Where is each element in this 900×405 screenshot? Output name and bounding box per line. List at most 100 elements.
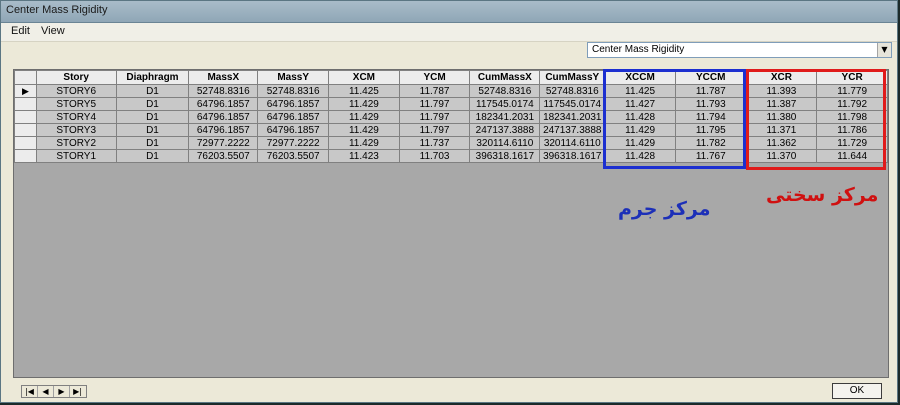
column-header[interactable]: Story [35,70,117,85]
column-header[interactable]: CumMassY [539,70,606,85]
cell-xcm[interactable]: 11.429 [328,97,400,111]
cell-yccm[interactable]: 11.793 [674,97,747,111]
cell-ycm[interactable]: 11.703 [398,149,471,163]
column-header[interactable]: XCCM [604,70,676,85]
cell-xccm[interactable]: 11.428 [604,110,676,124]
cell-massx[interactable]: 64796.1857 [188,97,259,111]
row-selector[interactable] [14,97,37,111]
cell-xcm[interactable]: 11.429 [328,110,400,124]
cell-ycm[interactable]: 11.797 [398,123,471,137]
cell-ycr[interactable]: 11.792 [816,97,888,111]
cell-xccm[interactable]: 11.427 [604,97,676,111]
row-selector[interactable] [14,136,37,150]
column-header[interactable]: YCCM [674,70,747,85]
cell-xcr[interactable]: 11.380 [745,110,818,124]
cell-story[interactable]: STORY3 [35,123,117,137]
cell-ycr[interactable]: 11.729 [816,136,888,150]
cell-diaphragm[interactable]: D1 [115,110,190,124]
cell-cummassy[interactable]: 52748.8316 [539,84,606,98]
cell-cummassx[interactable]: 182341.2031 [469,110,541,124]
table-row[interactable]: STORY1 D1 76203.5507 76203.5507 11.423 1… [14,149,888,163]
data-grid[interactable]: Story Diaphragm MassX MassY XCM YCM CumM… [13,69,889,378]
cell-cummassx[interactable]: 247137.3888 [469,123,541,137]
cell-ycm[interactable]: 11.797 [398,110,471,124]
cell-xcr[interactable]: 11.362 [745,136,818,150]
cell-yccm[interactable]: 11.794 [674,110,747,124]
cell-cummassx[interactable]: 52748.8316 [469,84,541,98]
cell-cummassy[interactable]: 182341.2031 [539,110,606,124]
cell-diaphragm[interactable]: D1 [115,136,190,150]
cell-story[interactable]: STORY4 [35,110,117,124]
cell-cummassy[interactable]: 117545.0174 [539,97,606,111]
cell-massy[interactable]: 64796.1857 [257,110,330,124]
cell-massy[interactable]: 72977.2222 [257,136,330,150]
column-header[interactable]: MassX [188,70,259,85]
cell-yccm[interactable]: 11.795 [674,123,747,137]
cell-yccm[interactable]: 11.767 [674,149,747,163]
menu-edit[interactable]: Edit [11,25,30,37]
row-selector[interactable] [14,123,37,137]
cell-diaphragm[interactable]: D1 [115,97,190,111]
title-bar[interactable]: Center Mass Rigidity [1,1,897,23]
table-row[interactable]: STORY5 D1 64796.1857 64796.1857 11.429 1… [14,97,888,111]
cell-massx[interactable]: 64796.1857 [188,110,259,124]
column-header[interactable]: MassY [257,70,330,85]
cell-ycr[interactable]: 11.798 [816,110,888,124]
cell-story[interactable]: STORY2 [35,136,117,150]
column-header[interactable]: XCM [328,70,400,85]
cell-cummassy[interactable]: 247137.3888 [539,123,606,137]
cell-xccm[interactable]: 11.429 [604,136,676,150]
cell-yccm[interactable]: 11.782 [674,136,747,150]
cell-xcr[interactable]: 11.387 [745,97,818,111]
cell-story[interactable]: STORY1 [35,149,117,163]
table-row[interactable]: STORY3 D1 64796.1857 64796.1857 11.429 1… [14,123,888,137]
table-row[interactable]: STORY2 D1 72977.2222 72977.2222 11.429 1… [14,136,888,150]
row-selector[interactable]: ▶ [14,84,37,98]
cell-ycr[interactable]: 11.644 [816,149,888,163]
cell-xcr[interactable]: 11.371 [745,123,818,137]
column-header[interactable]: YCR [816,70,888,85]
row-selector[interactable] [14,110,37,124]
cell-xccm[interactable]: 11.428 [604,149,676,163]
cell-ycm[interactable]: 11.737 [398,136,471,150]
cell-story[interactable]: STORY5 [35,97,117,111]
chevron-down-icon[interactable]: ▼ [877,43,891,57]
cell-xcm[interactable]: 11.429 [328,123,400,137]
cell-story[interactable]: STORY6 [35,84,117,98]
cell-cummassy[interactable]: 396318.1617 [539,149,606,163]
cell-diaphragm[interactable]: D1 [115,123,190,137]
last-record-icon[interactable]: ▶| [70,386,85,397]
cell-massx[interactable]: 52748.8316 [188,84,259,98]
cell-xcr[interactable]: 11.393 [745,84,818,98]
cell-cummassx[interactable]: 117545.0174 [469,97,541,111]
menu-view[interactable]: View [41,25,65,37]
next-record-icon[interactable]: ▶ [54,386,70,397]
cell-ycr[interactable]: 11.786 [816,123,888,137]
cell-cummassy[interactable]: 320114.6110 [539,136,606,150]
cell-ycm[interactable]: 11.787 [398,84,471,98]
cell-massx[interactable]: 72977.2222 [188,136,259,150]
cell-xcm[interactable]: 11.429 [328,136,400,150]
cell-ycm[interactable]: 11.797 [398,97,471,111]
cell-xccm[interactable]: 11.425 [604,84,676,98]
previous-record-icon[interactable]: ◀ [38,386,54,397]
cell-ycr[interactable]: 11.779 [816,84,888,98]
cell-xcm[interactable]: 11.423 [328,149,400,163]
table-select-dropdown[interactable]: Center Mass Rigidity ▼ [587,42,892,58]
column-header[interactable]: CumMassX [469,70,541,85]
cell-cummassx[interactable]: 396318.1617 [469,149,541,163]
ok-button[interactable]: OK [832,383,882,399]
cell-xccm[interactable]: 11.429 [604,123,676,137]
table-row[interactable]: STORY4 D1 64796.1857 64796.1857 11.429 1… [14,110,888,124]
cell-xcr[interactable]: 11.370 [745,149,818,163]
cell-cummassx[interactable]: 320114.6110 [469,136,541,150]
cell-massy[interactable]: 64796.1857 [257,97,330,111]
cell-xcm[interactable]: 11.425 [328,84,400,98]
cell-massy[interactable]: 52748.8316 [257,84,330,98]
column-header[interactable]: YCM [398,70,471,85]
cell-diaphragm[interactable]: D1 [115,149,190,163]
cell-massx[interactable]: 64796.1857 [188,123,259,137]
column-header[interactable]: XCR [745,70,818,85]
cell-massy[interactable]: 64796.1857 [257,123,330,137]
table-row[interactable]: ▶ STORY6 D1 52748.8316 52748.8316 11.425… [14,84,888,98]
